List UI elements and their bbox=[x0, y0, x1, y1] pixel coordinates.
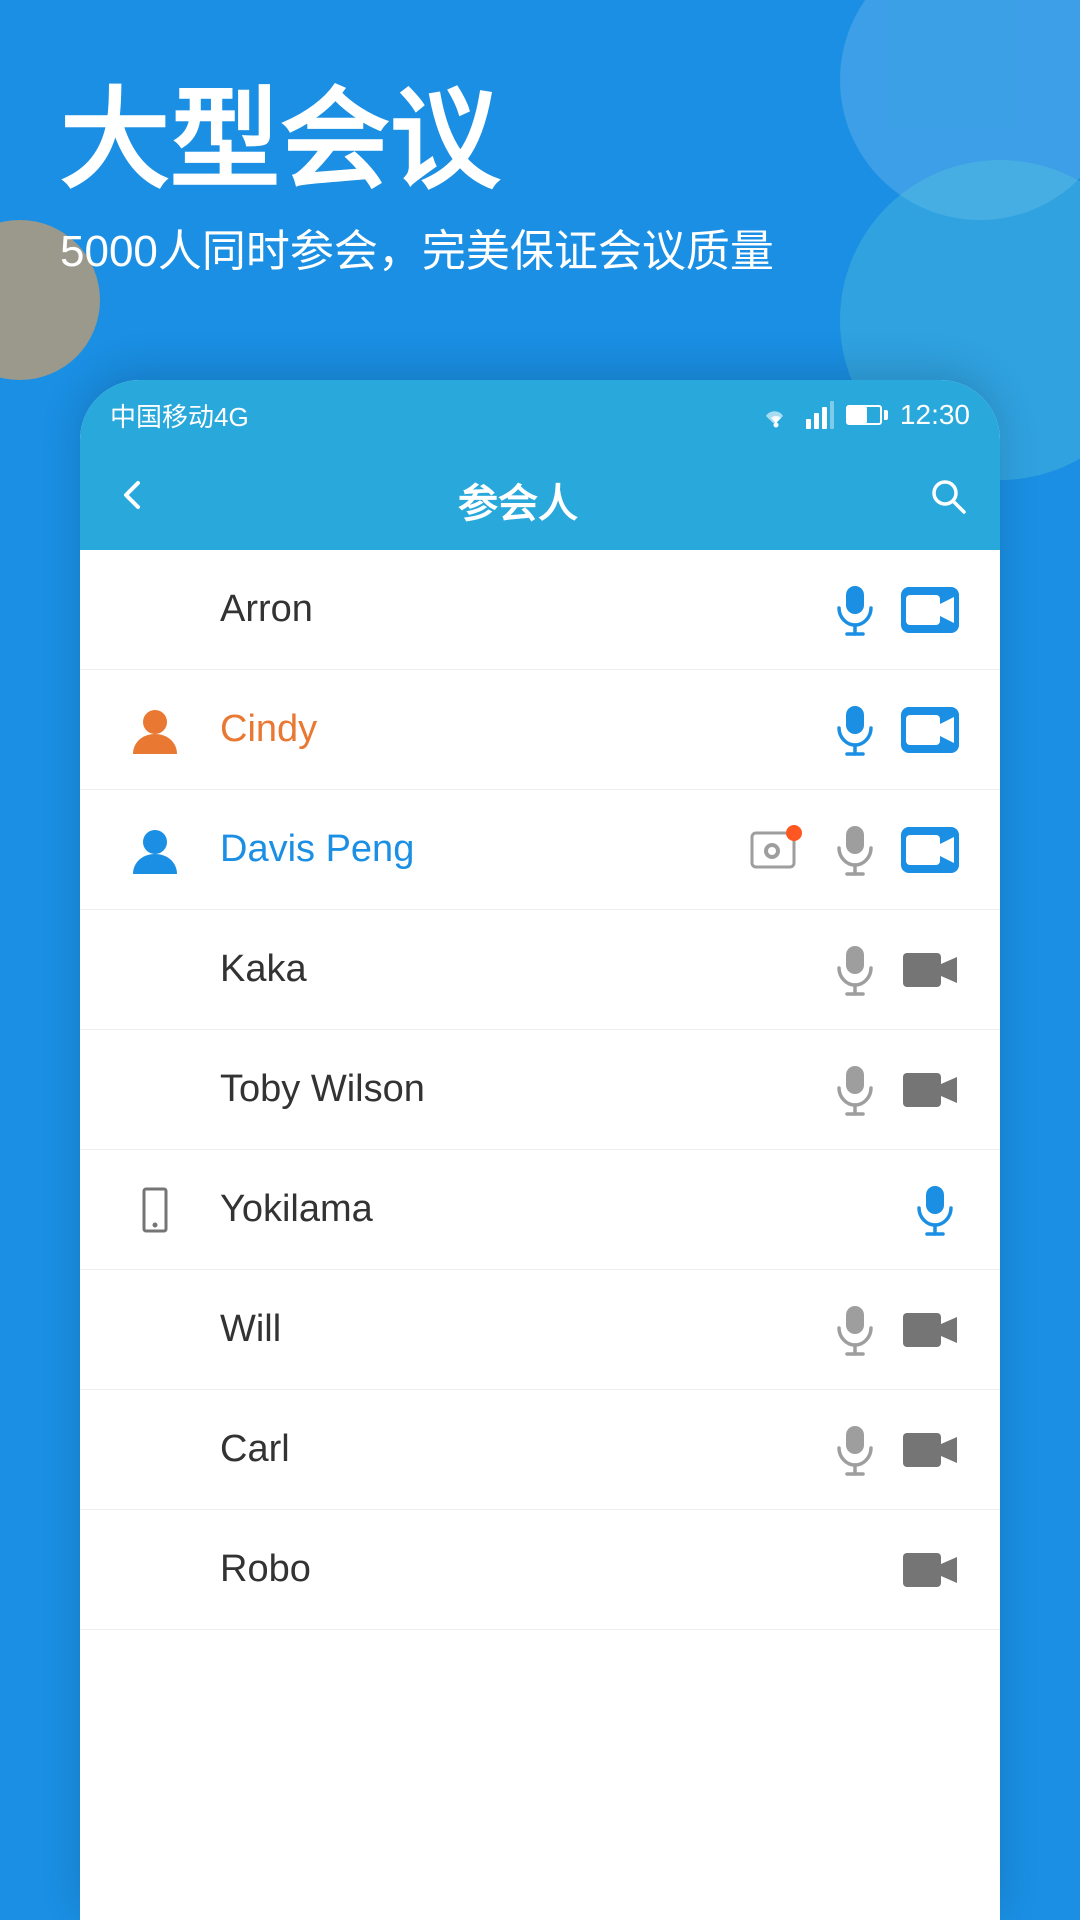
list-item[interactable]: Will bbox=[80, 1270, 1000, 1390]
header-title: 参会人 bbox=[110, 471, 926, 529]
camera-icon[interactable] bbox=[900, 1065, 960, 1115]
time-label: 12:30 bbox=[900, 399, 970, 431]
list-item[interactable]: Davis Peng bbox=[80, 790, 1000, 910]
search-button[interactable] bbox=[926, 474, 970, 527]
carrier-label: 中国移动4G bbox=[110, 397, 249, 434]
hero-subtitle: 5000人同时参会，完美保证会议质量 bbox=[60, 221, 1020, 283]
microphone-icon[interactable] bbox=[830, 705, 880, 755]
list-item[interactable]: Kaka bbox=[80, 910, 1000, 1030]
camera-icon[interactable] bbox=[900, 825, 960, 875]
participant-avatar bbox=[120, 1535, 190, 1605]
microphone-icon[interactable] bbox=[830, 1425, 880, 1475]
status-bar: 中国移动4G 12:30 bbox=[80, 380, 1000, 450]
app-header: 参会人 bbox=[80, 450, 1000, 550]
participant-icons bbox=[830, 1425, 960, 1475]
participant-avatar bbox=[120, 1415, 190, 1485]
camera-icon[interactable] bbox=[900, 1425, 960, 1475]
participant-icons bbox=[830, 705, 960, 755]
microphone-icon[interactable] bbox=[830, 825, 880, 875]
participant-icons bbox=[750, 825, 960, 875]
participant-name: Yokilama bbox=[220, 1188, 910, 1231]
camera-icon[interactable] bbox=[900, 705, 960, 755]
participant-avatar bbox=[120, 815, 190, 885]
participant-name: Will bbox=[220, 1308, 830, 1351]
list-item[interactable]: Cindy bbox=[80, 670, 1000, 790]
hero-title: 大型会议 bbox=[60, 80, 1020, 201]
list-item[interactable]: Robo bbox=[80, 1510, 1000, 1630]
participant-icons bbox=[900, 1545, 960, 1595]
camera-icon[interactable] bbox=[900, 945, 960, 995]
microphone-icon[interactable] bbox=[830, 1305, 880, 1355]
microphone-icon[interactable] bbox=[910, 1185, 960, 1235]
microphone-icon[interactable] bbox=[830, 945, 880, 995]
participant-avatar bbox=[120, 1295, 190, 1365]
camera-icon[interactable] bbox=[900, 1545, 960, 1595]
participant-avatar bbox=[120, 575, 190, 645]
participant-name: Arron bbox=[220, 588, 830, 631]
microphone-icon[interactable] bbox=[830, 1065, 880, 1115]
battery-icon bbox=[846, 405, 882, 425]
participant-name: Carl bbox=[220, 1428, 830, 1471]
participant-name: Robo bbox=[220, 1548, 900, 1591]
participant-name: Toby Wilson bbox=[220, 1068, 830, 1111]
list-item[interactable]: Yokilama bbox=[80, 1150, 1000, 1270]
status-right: 12:30 bbox=[758, 399, 970, 431]
screen-share-icon bbox=[750, 825, 800, 875]
participant-icons bbox=[830, 1305, 960, 1355]
wifi-icon bbox=[758, 401, 794, 429]
participant-name: Davis Peng bbox=[220, 828, 750, 871]
participant-icons bbox=[830, 1065, 960, 1115]
participant-avatar bbox=[120, 1055, 190, 1125]
signal-icon bbox=[806, 401, 834, 429]
list-item[interactable]: Toby Wilson bbox=[80, 1030, 1000, 1150]
phone-mockup: 中国移动4G 12:30 bbox=[80, 380, 1000, 1920]
participant-avatar bbox=[120, 1175, 190, 1245]
participant-avatar bbox=[120, 695, 190, 765]
participant-icons bbox=[830, 585, 960, 635]
participant-list: Arron Cindy Davis Peng bbox=[80, 550, 1000, 1920]
camera-icon[interactable] bbox=[900, 585, 960, 635]
participant-icons bbox=[910, 1185, 960, 1235]
microphone-icon[interactable] bbox=[830, 585, 880, 635]
camera-icon[interactable] bbox=[900, 1305, 960, 1355]
participant-name: Cindy bbox=[220, 708, 830, 751]
participant-name: Kaka bbox=[220, 948, 830, 991]
participant-icons bbox=[830, 945, 960, 995]
participant-avatar bbox=[120, 935, 190, 1005]
list-item[interactable]: Carl bbox=[80, 1390, 1000, 1510]
list-item[interactable]: Arron bbox=[80, 550, 1000, 670]
hero-section: 大型会议 5000人同时参会，完美保证会议质量 bbox=[0, 0, 1080, 283]
